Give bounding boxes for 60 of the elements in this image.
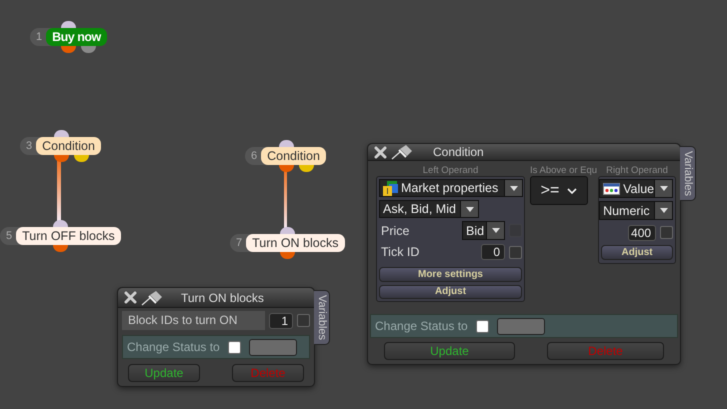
status-label: Change Status to: [127, 340, 220, 354]
section-heading: Is Above or Equ: [530, 165, 598, 176]
section-heading: Right Operand: [606, 165, 668, 176]
status-field[interactable]: [496, 318, 545, 334]
close-icon[interactable]: [374, 146, 387, 158]
output-port[interactable]: [54, 155, 69, 162]
input-port[interactable]: [278, 140, 294, 147]
caret-icon: [492, 228, 500, 234]
variables-tab[interactable]: Variables: [680, 146, 696, 202]
output-port[interactable]: [278, 165, 294, 172]
caret-icon: [466, 206, 474, 212]
output-port[interactable]: [74, 155, 89, 162]
dropdown[interactable]: Numeric: [599, 201, 674, 220]
flow-block[interactable]: Turn ON blocks: [246, 234, 344, 252]
window-title: Condition: [433, 145, 484, 159]
output-port[interactable]: [61, 46, 76, 53]
caret-icon: [660, 186, 668, 191]
checkbox[interactable]: [509, 246, 522, 259]
field-label: Block IDs to turn ON: [122, 311, 265, 330]
input-port[interactable]: [280, 227, 296, 234]
property-label: Tick ID: [381, 245, 420, 260]
caret-icon: [510, 186, 518, 191]
chevron-down-icon: [567, 188, 578, 194]
close-icon[interactable]: [124, 291, 137, 304]
checkbox[interactable]: [297, 314, 310, 327]
action-button[interactable]: Update: [128, 364, 200, 382]
input-port[interactable]: [61, 21, 76, 28]
flow-block[interactable]: Buy now: [46, 28, 107, 46]
input-field[interactable]: 1: [269, 312, 293, 328]
flow-block[interactable]: Condition: [36, 137, 101, 155]
input-port[interactable]: [54, 130, 69, 137]
connector-line: [284, 170, 287, 228]
status-field[interactable]: [248, 338, 297, 356]
input-field[interactable]: 400: [628, 224, 656, 240]
dropdown[interactable]: Value: [599, 179, 674, 198]
window-title: Turn ON blocks: [181, 290, 264, 304]
caret-icon: [660, 208, 668, 213]
output-port[interactable]: [280, 252, 296, 259]
action-button[interactable]: Update: [384, 342, 515, 360]
operator-dropdown[interactable]: >=: [530, 176, 588, 205]
value-icon: [603, 182, 620, 194]
settings-button[interactable]: Adjust: [601, 245, 674, 260]
settings-button[interactable]: More settings: [379, 267, 522, 282]
output-port[interactable]: [81, 46, 96, 53]
output-port[interactable]: [298, 165, 314, 172]
settings-button[interactable]: Adjust: [379, 284, 522, 299]
variables-tab[interactable]: Variables: [314, 290, 330, 346]
section-heading: Left Operand: [422, 165, 478, 176]
input-port[interactable]: [53, 220, 68, 227]
dropdown[interactable]: Ask, Bid, Mid: [379, 200, 479, 218]
flow-block[interactable]: Condition: [261, 147, 326, 165]
checkbox[interactable]: [660, 226, 674, 239]
status-label: Change Status to: [375, 319, 468, 333]
checkbox[interactable]: [476, 320, 489, 332]
property-label: Price: [381, 224, 410, 238]
dropdown[interactable]: Market properties: [379, 179, 523, 198]
checkbox[interactable]: [228, 340, 241, 354]
input-field[interactable]: 0: [481, 244, 505, 260]
output-port[interactable]: [53, 245, 68, 252]
flow-block[interactable]: Turn OFF blocks: [16, 227, 121, 245]
